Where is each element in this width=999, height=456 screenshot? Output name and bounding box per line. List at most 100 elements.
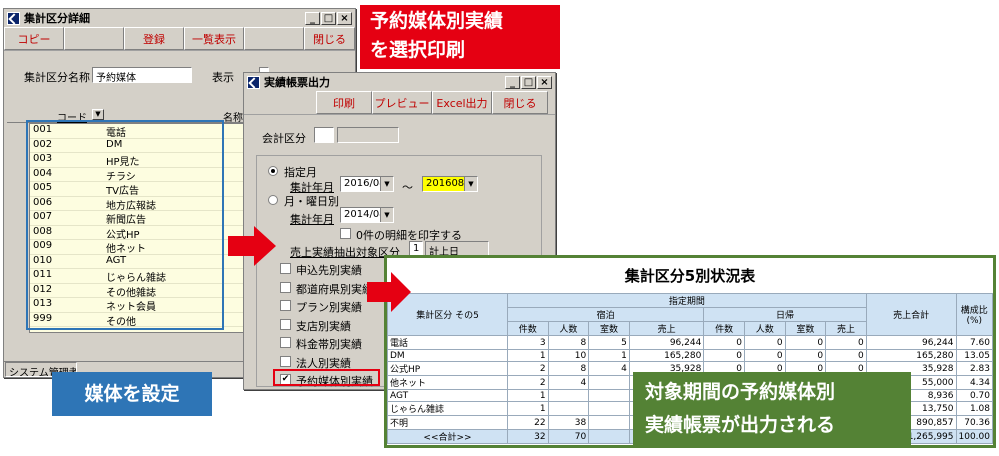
value-cell: 2 [507, 375, 549, 390]
report-type-label: 支店別実績 [296, 319, 351, 333]
value-cell: 22 [507, 415, 549, 430]
close-button[interactable]: 閉じる [304, 27, 355, 50]
report-type-checkbox[interactable] [280, 355, 291, 367]
month-day-radio[interactable] [268, 195, 278, 205]
left-callout-text: 媒体を設定 [84, 383, 180, 405]
minimize-icon[interactable]: _ [305, 11, 320, 25]
value-cell: 8 [547, 335, 590, 350]
category-name-input[interactable]: 予約媒体 [92, 67, 192, 83]
row-label: 電話 [387, 335, 508, 350]
header-period: 指定期間 [507, 293, 867, 308]
value-cell [588, 375, 630, 390]
value-cell: 0 [825, 349, 867, 362]
chevron-down-icon: ▼ [380, 208, 393, 222]
report-type-checkbox[interactable] [280, 337, 291, 348]
value-cell: 2 [507, 361, 549, 376]
top-callout-line1: 予約媒体別実績 [370, 10, 504, 32]
report-title: 集計区分5別状況表 [624, 267, 756, 285]
value-cell: 96,244 [628, 335, 705, 350]
specified-month-radio[interactable] [268, 166, 278, 176]
period-to-select[interactable]: 201608 ▼ [422, 176, 478, 192]
row-label: じゃらん雑誌 [387, 401, 508, 416]
report-type-checkbox[interactable] [280, 281, 291, 293]
print-button[interactable]: 印刷 [316, 91, 372, 114]
value-cell [588, 401, 630, 416]
value-cell: 4 [547, 375, 590, 390]
report-type-checkbox[interactable] [280, 318, 291, 330]
value-cell: 10 [547, 349, 590, 362]
zero-print-checkbox[interactable] [340, 228, 351, 239]
value-cell: 165,280 [628, 349, 705, 362]
preview-button[interactable]: プレビュー [372, 91, 432, 114]
value-cell: 0 [784, 349, 827, 362]
bottom-callout-line1: 対象期間の予約媒体別 [645, 381, 836, 403]
value-cell [547, 401, 590, 416]
total-cell: 70 [547, 429, 590, 444]
app-icon [7, 11, 20, 25]
bottom-callout-line2: 実績帳票が出力される [645, 414, 836, 436]
sub-header-cell: 人数 [547, 321, 590, 336]
value-cell: 96,244 [865, 335, 957, 350]
minimize-icon[interactable]: _ [505, 75, 520, 89]
total-cell: 100.00 [955, 429, 993, 444]
value-cell: 1 [507, 401, 549, 416]
maximize-icon[interactable]: □ [321, 11, 336, 25]
top-callout-line2: を選択印刷 [370, 39, 466, 61]
category-code-input[interactable] [314, 127, 334, 143]
maximize-icon[interactable]: □ [521, 75, 536, 89]
report-type-checkbox[interactable] [280, 300, 291, 311]
value-cell: 0 [784, 335, 827, 350]
copy-button[interactable]: コピー [4, 27, 64, 50]
left-callout: 媒体を設定 [52, 372, 212, 416]
row-label: 公式HP [387, 361, 508, 376]
arrow-right-icon [228, 226, 276, 266]
window-title: 実績帳票出力 [264, 76, 330, 89]
period-from-select[interactable]: 2016/08 ▼ [340, 176, 394, 192]
toolbar: コピー 登録 一覧表示 閉じる [4, 27, 355, 51]
md-period-select[interactable]: 2014/08 ▼ [340, 207, 394, 223]
header-sales-total: 売上合計 [865, 293, 957, 336]
spacer [244, 27, 304, 50]
month-day-label: 月・曜日別 [284, 195, 339, 208]
top-callout: 予約媒体別実績 を選択印刷 [360, 5, 560, 69]
title-bar: 集計区分詳細 _ □ × [4, 9, 355, 27]
list-button[interactable]: 一覧表示 [184, 27, 244, 50]
sub-header-cell: 人数 [743, 321, 786, 336]
bottom-callout: 対象期間の予約媒体別 実績帳票が出力される [633, 372, 911, 448]
display-order-label: 表示 [212, 71, 234, 84]
row-label: AGT [387, 389, 508, 402]
sub-header-cell: 売上 [628, 321, 705, 336]
spacer [64, 27, 124, 50]
report-type-checkbox[interactable] [280, 263, 291, 274]
category-name-label: 集計区分名称 [24, 71, 90, 84]
close-button[interactable]: 閉じる [492, 91, 548, 114]
report-type-label: 申込先別実績 [296, 264, 362, 277]
sub-header-cell: 室数 [588, 321, 630, 336]
close-icon[interactable]: × [537, 75, 552, 89]
report-type-label: プラン別実績 [296, 301, 362, 314]
header-day: 日帰 [703, 307, 867, 322]
header-stay: 宿泊 [506, 307, 705, 322]
close-icon[interactable]: × [337, 11, 352, 25]
report-type-label: 都道府県別実績 [296, 282, 373, 296]
period-to-value: 201608 [426, 178, 465, 189]
value-cell: 7.60 [955, 335, 993, 350]
arrow-right-icon [367, 272, 411, 312]
row-label: DM [387, 349, 508, 362]
excel-export-button[interactable]: Excel出力 [432, 91, 492, 114]
toolbar: 印刷 プレビュー Excel出力 閉じる [244, 91, 555, 115]
value-cell: 1.08 [955, 401, 993, 416]
value-cell: 38 [547, 415, 590, 430]
value-cell: 3 [507, 335, 549, 350]
register-button[interactable]: 登録 [124, 27, 184, 50]
total-cell [588, 429, 630, 444]
value-cell: 5 [588, 335, 630, 350]
value-cell: 0 [743, 349, 786, 362]
row-label: 他ネット [387, 375, 508, 390]
chevron-down-icon: ▼ [464, 177, 477, 191]
value-cell [588, 389, 630, 402]
value-cell: 0 [743, 335, 786, 350]
selected-report-highlight [273, 369, 380, 386]
sort-dropdown-icon[interactable]: ▼ [92, 109, 104, 120]
table-row: DM 1 10 1 165,280 0 0 0 0 165,280 13.05 [387, 349, 993, 362]
